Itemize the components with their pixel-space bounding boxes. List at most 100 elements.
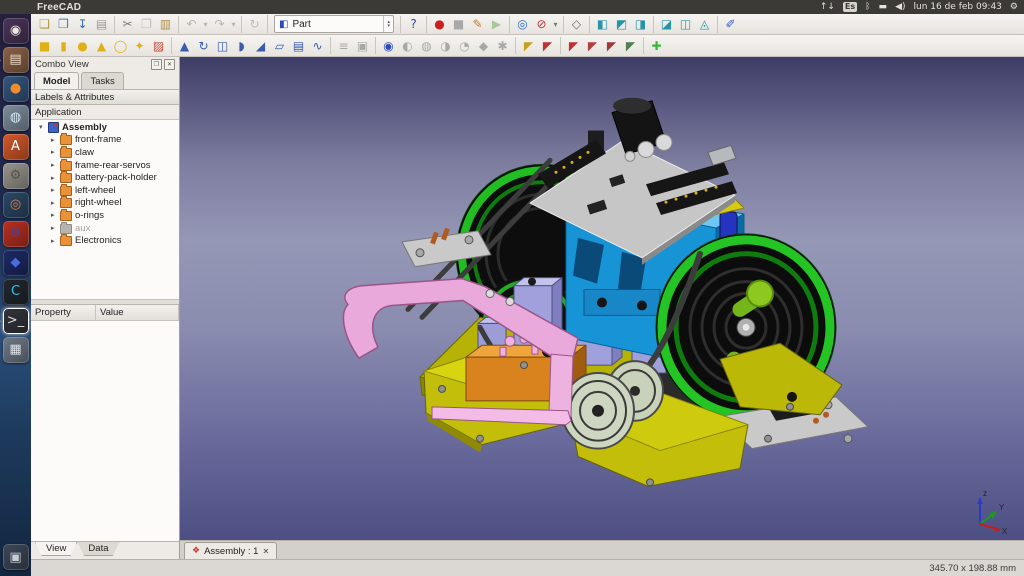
launcher-software-center-icon[interactable]: A — [3, 134, 29, 160]
view-bottom-icon[interactable]: ◫ — [676, 16, 695, 33]
part-cone-icon[interactable]: ▲ — [92, 37, 111, 54]
property-column-header[interactable]: Property — [31, 305, 96, 320]
part-sphere-icon[interactable]: ● — [73, 37, 92, 54]
tree-item-assembly[interactable]: ▾ Assembly — [31, 121, 179, 134]
new-document-icon[interactable]: ❏ — [35, 16, 54, 33]
shape-from-mesh-icon[interactable]: ✱ — [493, 37, 512, 54]
launcher-terminal-icon[interactable]: >_▶ — [3, 308, 29, 334]
tree-item-front-frame[interactable]: ▸front-frame — [31, 134, 179, 147]
workbench-spinner-icon[interactable]: ▴▾ — [383, 16, 393, 32]
tree-item-frame-rear-servos[interactable]: ▸frame-rear-servos — [31, 159, 179, 172]
boolean-intersection-icon[interactable]: ◑ — [436, 37, 455, 54]
extrude-icon[interactable]: ▲ — [175, 37, 194, 54]
tree-item-left-wheel[interactable]: ▸left-wheel — [31, 184, 179, 197]
part-primitives-icon[interactable]: ✦ — [130, 37, 149, 54]
tab-view[interactable]: View — [35, 542, 77, 556]
bluetooth-icon[interactable]: ᛒ — [865, 2, 870, 12]
launcher-blender-icon[interactable]: ◎ — [3, 192, 29, 218]
undo-menu-icon[interactable]: ▾ — [201, 16, 210, 33]
volume-icon[interactable]: ◀) — [895, 2, 905, 12]
reverse-shapes-icon[interactable]: ◤ — [538, 37, 557, 54]
draw-style-icon[interactable]: ⊘ — [532, 16, 551, 33]
shape-builder-icon[interactable]: ▨ — [149, 37, 168, 54]
expander-icon[interactable]: ▸ — [51, 148, 60, 156]
mirror-icon[interactable]: ◫ — [213, 37, 232, 54]
expander-icon[interactable]: ▸ — [51, 224, 60, 232]
launcher-cura-icon[interactable]: C — [3, 279, 29, 305]
make-compound-icon[interactable]: ◉ — [379, 37, 398, 54]
tree-item-electronics[interactable]: ▸Electronics — [31, 234, 179, 247]
boolean-union-icon[interactable]: ◍ — [417, 37, 436, 54]
expander-icon[interactable]: ▸ — [51, 199, 60, 207]
measure-edge-icon[interactable]: ✐ — [721, 16, 740, 33]
zoom-fit-all-icon[interactable]: ◎ — [513, 16, 532, 33]
tab-tasks[interactable]: Tasks — [81, 72, 123, 89]
macro-record-icon[interactable]: ● — [430, 16, 449, 33]
add-item-icon[interactable]: ✚ — [647, 37, 666, 54]
close-panel-button[interactable]: ✕ — [164, 59, 175, 70]
revolve-icon[interactable]: ↻ — [194, 37, 213, 54]
view-right-icon[interactable]: ◨ — [631, 16, 650, 33]
validate-sketch-icon[interactable]: ◤ — [621, 37, 640, 54]
expander-icon[interactable]: ▸ — [51, 174, 60, 182]
view-rear-icon[interactable]: ◪ — [657, 16, 676, 33]
redo-icon[interactable]: ↷ — [210, 16, 229, 33]
save-icon[interactable]: ↧ — [73, 16, 92, 33]
tab-model[interactable]: Model — [34, 72, 79, 89]
launcher-archive-manager-icon[interactable]: ▦ — [3, 337, 29, 363]
session-gear-icon[interactable]: ⚙ — [1010, 2, 1018, 12]
redo-menu-icon[interactable]: ▾ — [229, 16, 238, 33]
view-top-icon[interactable]: ◩ — [612, 16, 631, 33]
print-icon[interactable]: ▤ — [92, 16, 111, 33]
clock[interactable]: lun 16 de feb 09:43 — [914, 2, 1002, 12]
battery-icon[interactable]: ▬ — [879, 2, 888, 12]
part-box-icon[interactable]: ■ — [35, 37, 54, 54]
expander-icon[interactable]: ▸ — [51, 136, 60, 144]
expander-icon[interactable]: ▸ — [51, 161, 60, 169]
launcher-files-icon[interactable]: ▤▶ — [3, 47, 29, 73]
paste-clipboard-icon[interactable]: ▥ — [156, 16, 175, 33]
thickness-icon[interactable]: ▣ — [353, 37, 372, 54]
cut-scissors-icon[interactable]: ✂ — [118, 16, 137, 33]
tree-item-battery-pack-holder[interactable]: ▸battery-pack-holder — [31, 171, 179, 184]
defeaturing-icon[interactable]: ◤ — [602, 37, 621, 54]
undo-icon[interactable]: ↶ — [182, 16, 201, 33]
draw-style-menu-icon[interactable]: ▾ — [551, 16, 560, 33]
tree-item-aux[interactable]: ▸aux — [31, 222, 179, 235]
copy-icon[interactable]: ❐ — [137, 16, 156, 33]
macro-run-icon[interactable]: ▶ — [487, 16, 506, 33]
boolean-operation-icon[interactable]: ◆ — [474, 37, 493, 54]
chamfer-icon[interactable]: ◢ — [251, 37, 270, 54]
launcher-freecad-icon[interactable]: ⚙ — [3, 221, 29, 247]
expander-icon[interactable]: ▸ — [51, 186, 60, 194]
tree-item-o-rings[interactable]: ▸o-rings — [31, 209, 179, 222]
launcher-firefox-icon[interactable]: ● — [3, 76, 29, 102]
sweep-icon[interactable]: ∿ — [308, 37, 327, 54]
part-torus-icon[interactable]: ◯ — [111, 37, 130, 54]
close-document-icon[interactable]: ✕ — [262, 547, 269, 556]
view-isometric-icon[interactable]: ◇ — [567, 16, 586, 33]
part-cylinder-icon[interactable]: ▮ — [54, 37, 73, 54]
launcher-chromium-icon[interactable]: ◍ — [3, 105, 29, 131]
float-panel-button[interactable]: ❐ — [151, 59, 162, 70]
launcher-dash-icon[interactable]: ◉ — [3, 18, 29, 44]
macro-edit-icon[interactable]: ✎ — [468, 16, 487, 33]
expander-icon[interactable]: ▸ — [51, 211, 60, 219]
3d-viewport[interactable]: z Y X — [180, 57, 1024, 540]
document-tab-assembly[interactable]: ❖ Assembly : 1 ✕ — [184, 542, 277, 559]
convert-to-solid-icon[interactable]: ◤ — [519, 37, 538, 54]
cross-sections-icon[interactable]: ◔ — [455, 37, 474, 54]
refresh-icon[interactable]: ↻ — [245, 16, 264, 33]
open-folder-icon[interactable]: ❒ — [54, 16, 73, 33]
workbench-selector[interactable]: ◧Part▴▾ — [274, 15, 394, 33]
launcher-system-settings-icon[interactable]: ⚙ — [3, 163, 29, 189]
ruled-surface-icon[interactable]: ▱ — [270, 37, 289, 54]
keyboard-layout-indicator[interactable]: Es — [843, 2, 857, 12]
offset-icon[interactable]: ≡ — [334, 37, 353, 54]
tree-item-claw[interactable]: ▸claw — [31, 146, 179, 159]
expander-icon[interactable]: ▾ — [39, 123, 48, 131]
expander-icon[interactable]: ▸ — [51, 237, 60, 245]
fillet-icon[interactable]: ◗ — [232, 37, 251, 54]
whats-this-icon[interactable]: ? — [404, 16, 423, 33]
tree-item-right-wheel[interactable]: ▸right-wheel — [31, 197, 179, 210]
